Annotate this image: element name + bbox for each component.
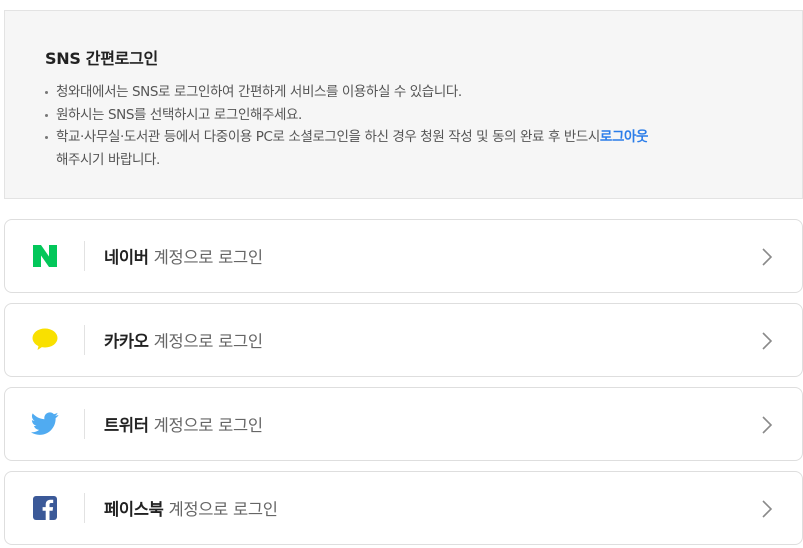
notice-item: 원하시는 SNS를 선택하시고 로그인해주세요. xyxy=(45,104,802,127)
twitter-login-button[interactable]: 트위터 계정으로 로그인 xyxy=(4,387,803,461)
kakao-login-button[interactable]: 카카오 계정으로 로그인 xyxy=(4,303,803,377)
notice-item: 청와대에서는 SNS로 로그인하여 간편하게 서비스를 이용하실 수 있습니다. xyxy=(45,81,802,104)
twitter-login-label: 트위터 계정으로 로그인 xyxy=(104,416,263,435)
notice-text-cont: 해주시기 바랍니다. xyxy=(56,151,160,168)
kakao-icon xyxy=(5,325,85,355)
facebook-icon xyxy=(5,493,85,523)
naver-login-label: 네이버 계정으로 로그인 xyxy=(104,248,263,267)
chevron-right-icon xyxy=(762,248,773,266)
kakao-login-label: 카카오 계정으로 로그인 xyxy=(104,332,263,351)
notice-item-logout: 학교·사무실·도서관 등에서 다중이용 PC로 소셜로그인을 하신 경우 청원 … xyxy=(45,126,802,171)
naver-login-button[interactable]: 네이버 계정으로 로그인 xyxy=(4,219,803,293)
chevron-right-icon xyxy=(762,332,773,350)
naver-icon xyxy=(5,241,85,271)
facebook-login-button[interactable]: 페이스북 계정으로 로그인 xyxy=(4,471,803,545)
chevron-right-icon xyxy=(762,500,773,518)
sns-login-info-box: SNS 간편로그인 청와대에서는 SNS로 로그인하여 간편하게 서비스를 이용… xyxy=(4,10,803,199)
notice-list: 청와대에서는 SNS로 로그인하여 간편하게 서비스를 이용하실 수 있습니다.… xyxy=(45,81,802,171)
twitter-icon xyxy=(5,409,85,439)
facebook-login-label: 페이스북 계정으로 로그인 xyxy=(104,500,278,519)
chevron-right-icon xyxy=(762,416,773,434)
info-title: SNS 간편로그인 xyxy=(45,49,158,68)
logout-link[interactable]: 로그아웃 xyxy=(600,129,648,145)
notice-text: 학교·사무실·도서관 등에서 다중이용 PC로 소셜로그인을 하신 경우 청원 … xyxy=(56,129,600,145)
